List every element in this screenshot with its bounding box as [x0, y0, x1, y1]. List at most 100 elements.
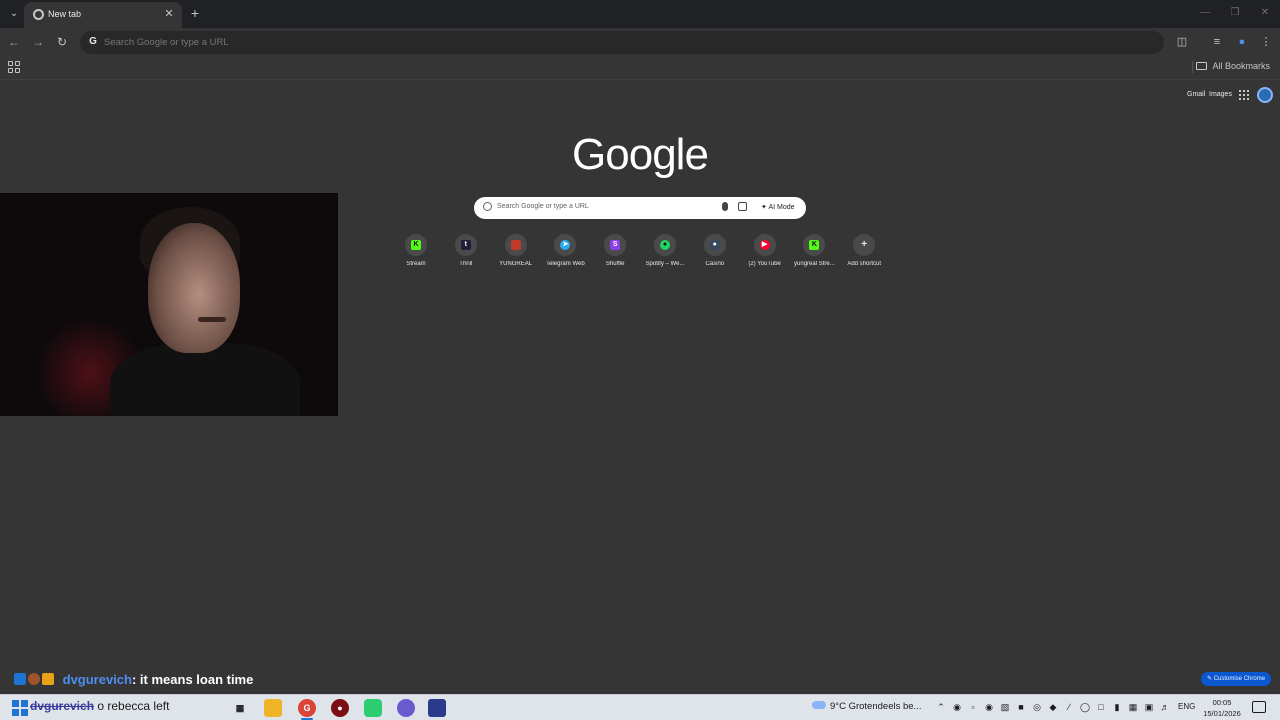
google-g-icon: G — [89, 36, 97, 47]
spotify-icon: ● — [660, 240, 670, 250]
chrome-taskbar-icon[interactable]: G — [298, 699, 316, 717]
discord-icon[interactable] — [397, 699, 415, 717]
shortcut-tile[interactable]: ▶ (2) YouTube — [740, 232, 790, 274]
tray-icon[interactable]: ∕ — [1064, 702, 1074, 713]
close-tab-icon[interactable]: ✕ — [162, 7, 176, 21]
shortcut-circle: K — [803, 234, 826, 256]
media-controls-icon[interactable]: ≡ — [1209, 34, 1225, 50]
webcam-overlay — [0, 193, 338, 416]
chat-badge-icon — [14, 673, 26, 685]
weather-widget[interactable]: 9°C Grotendeels be... — [812, 701, 921, 712]
plus-icon: + — [861, 239, 868, 250]
shortcut-circle: ● — [703, 234, 726, 256]
google-logo: Google — [572, 130, 709, 179]
tray-icon[interactable]: ▦ — [1128, 702, 1138, 713]
tray-icon[interactable]: ◉ — [952, 702, 962, 713]
stream-overlay-rest: o rebecca left — [97, 699, 170, 713]
tray-icon[interactable]: □ — [1096, 702, 1106, 713]
app-icon[interactable] — [428, 699, 446, 717]
search-placeholder: Search Google or type a URL — [497, 203, 589, 210]
divider — [1192, 61, 1193, 73]
network-icon[interactable]: ▣ — [1144, 702, 1154, 713]
all-bookmarks-button[interactable]: All Bookmarks — [1196, 61, 1270, 71]
profile-avatar-icon[interactable]: ● — [1234, 34, 1250, 50]
reload-icon[interactable]: ↻ — [54, 34, 70, 50]
tray-icon[interactable]: ▫ — [968, 702, 978, 713]
clock[interactable]: 00:05 15/01/2026 — [1200, 697, 1244, 719]
shortcut-tile[interactable]: YUNGREAL — [491, 232, 541, 274]
omnibox-input[interactable] — [104, 34, 1004, 51]
app-icon[interactable] — [364, 699, 382, 717]
telegram-icon: ➤ — [560, 240, 571, 250]
kick-icon: K — [411, 240, 421, 250]
shuffle-icon: S — [610, 240, 621, 250]
stream-overlay-text: dvgurevich o rebecca left — [30, 699, 169, 713]
ntp-search-box[interactable]: Search Google or type a URL ✦ AI Mode — [474, 197, 806, 219]
folder-icon — [1196, 62, 1208, 70]
shortcut-tile[interactable]: + Add shortcut — [839, 232, 889, 274]
volume-icon[interactable]: ♬ — [1160, 702, 1170, 713]
file-explorer-icon[interactable] — [264, 699, 282, 717]
tray-icon[interactable]: ◎ — [1032, 702, 1042, 713]
shortcut-tile[interactable]: ● Casino — [690, 232, 740, 274]
tab-title: New tab — [48, 9, 82, 19]
google-apps-icon[interactable] — [1239, 90, 1249, 100]
tab-search-icon[interactable]: ⌄ — [5, 5, 23, 23]
tray-icon[interactable]: ◆ — [1048, 702, 1058, 713]
ai-mode-button[interactable]: ✦ AI Mode — [756, 200, 800, 216]
shortcut-tile[interactable]: S Shuffle — [590, 232, 640, 274]
new-tab-button[interactable]: + — [188, 5, 202, 21]
start-icon[interactable] — [12, 700, 28, 716]
browser-toolbar: ← → ↻ G ◫ ≡ ● ⋮ — [0, 28, 1280, 56]
task-view-icon[interactable]: ▦ — [231, 699, 249, 717]
tab-new-tab[interactable]: New tab ✕ — [24, 2, 182, 28]
notification-icon[interactable] — [1252, 701, 1266, 713]
customise-chrome-label: Customise Chrome — [1213, 676, 1266, 682]
extensions-icon[interactable]: ◫ — [1174, 34, 1190, 50]
search-icon — [483, 202, 492, 211]
weather-text: 9°C Grotendeels be... — [830, 701, 922, 712]
restore-icon[interactable]: ❐ — [1226, 6, 1244, 20]
chrome-favicon-icon — [33, 9, 44, 20]
tray-overflow-icon[interactable]: ⌃ — [936, 702, 946, 713]
shortcut-tile[interactable]: t Thrill — [441, 232, 491, 274]
casino-icon: ● — [709, 240, 720, 250]
clock-date: 15/01/2026 — [1203, 709, 1241, 718]
chrome-menu-icon[interactable]: ⋮ — [1258, 34, 1274, 50]
windows-taskbar: dvgurevich o rebecca left ▦ G ● 9°C Grot… — [0, 694, 1280, 720]
chat-username: dvgurevich — [62, 672, 132, 687]
customise-chrome-button[interactable]: ✎ Customise Chrome — [1201, 672, 1272, 686]
minimize-icon[interactable]: — — [1196, 6, 1214, 20]
shortcut-tile[interactable]: Kyungreal Stre... — [789, 232, 839, 274]
tray-icon[interactable]: ▧ — [1000, 702, 1010, 713]
apps-shortcut-icon[interactable] — [8, 61, 20, 73]
close-window-icon[interactable]: ✕ — [1256, 6, 1274, 20]
google-lens-icon[interactable] — [738, 202, 747, 211]
app-icon[interactable]: ● — [331, 699, 349, 717]
shortcut-tile[interactable]: ● Spotify – We... — [640, 232, 690, 274]
nvidia-icon[interactable]: ■ — [1016, 702, 1026, 713]
all-bookmarks-label: All Bookmarks — [1212, 61, 1270, 71]
chat-text: : it means loan time — [131, 672, 254, 687]
address-bar[interactable]: G — [80, 31, 1164, 54]
stream-overlay-name: dvgurevich — [30, 699, 95, 713]
gmail-link[interactable]: Gmail — [1187, 91, 1205, 98]
chat-message: dvgurevich: it means loan time — [14, 672, 253, 688]
microphone-icon[interactable] — [722, 202, 728, 211]
microphone-tray-icon[interactable]: ▮ — [1112, 702, 1122, 713]
account-avatar[interactable] — [1257, 87, 1273, 103]
bookmarks-bar: All Bookmarks — [0, 56, 1280, 80]
shortcut-circle: + — [853, 234, 876, 256]
shortcut-tile[interactable]: K Stream — [391, 232, 441, 274]
tab-strip: ⌄ New tab ✕ + — ❐ ✕ — [0, 0, 1280, 28]
shortcut-circle: ▶ — [753, 234, 776, 256]
forward-icon[interactable]: → — [30, 34, 46, 50]
clock-time: 00:05 — [1212, 698, 1232, 707]
steam-icon[interactable]: ◉ — [984, 702, 994, 713]
shortcut-tile[interactable]: ➤ Telegram Web — [540, 232, 590, 274]
language-indicator[interactable]: ENG — [1178, 702, 1195, 711]
back-icon[interactable]: ← — [6, 34, 22, 50]
tray-icon[interactable]: ◯ — [1080, 702, 1090, 713]
shortcut-circle — [504, 234, 527, 256]
images-link[interactable]: Images — [1209, 91, 1232, 98]
